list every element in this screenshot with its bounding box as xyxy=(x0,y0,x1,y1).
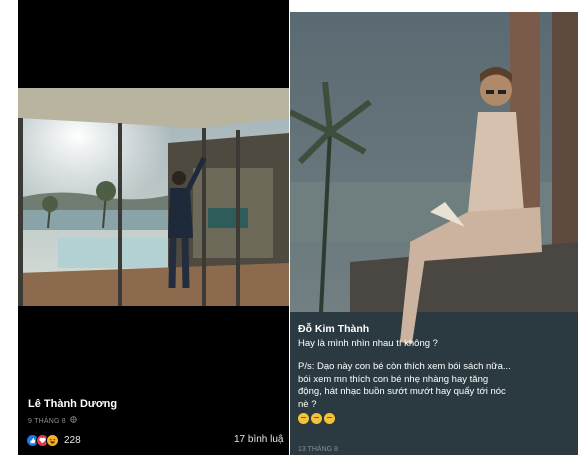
right-post-date[interactable]: 13 THÁNG 8 xyxy=(298,446,338,453)
caption-line: động, hát nhạc buồn sướt mướt hay quẩy t… xyxy=(298,386,506,397)
left-post-date[interactable]: 9 THÁNG 8 xyxy=(28,416,77,425)
left-post-date-text: 9 THÁNG 8 xyxy=(28,418,66,425)
left-post: Lê Thành Dương 9 THÁNG 8 228 17 bình luậ xyxy=(18,0,289,455)
caption-line: Hay là mình nhìn nhau tí không ? xyxy=(298,337,438,349)
man-at-resort-photo xyxy=(18,88,289,306)
right-post-author[interactable]: Đỗ Kim Thành xyxy=(298,323,568,336)
caption-gap xyxy=(298,350,568,361)
emoji-row xyxy=(298,413,568,424)
caption-line: nè ? xyxy=(298,398,317,410)
thinking-emoji-icon xyxy=(324,413,335,424)
haha-icon xyxy=(46,434,59,447)
thinking-emoji-icon xyxy=(298,413,309,424)
globe-icon xyxy=(70,416,77,425)
thinking-emoji-icon xyxy=(311,413,322,424)
right-post: Đỗ Kim Thành Hay là mình nhìn nhau tí kh… xyxy=(290,12,578,455)
left-post-author[interactable]: Lê Thành Dương xyxy=(28,398,117,410)
post-caption: Đỗ Kim Thành Hay là mình nhìn nhau tí kh… xyxy=(298,323,568,424)
caption-line: bói xem mn thích con bé nhẹ nhàng hay tă… xyxy=(298,373,489,385)
reaction-summary[interactable]: 228 xyxy=(26,434,81,447)
reaction-count: 228 xyxy=(64,435,81,446)
caption-line: P/s: Dạo này con bé còn thích xem bói sá… xyxy=(298,361,511,372)
comment-count[interactable]: 17 bình luậ xyxy=(234,434,284,445)
left-post-photo[interactable] xyxy=(18,88,289,306)
